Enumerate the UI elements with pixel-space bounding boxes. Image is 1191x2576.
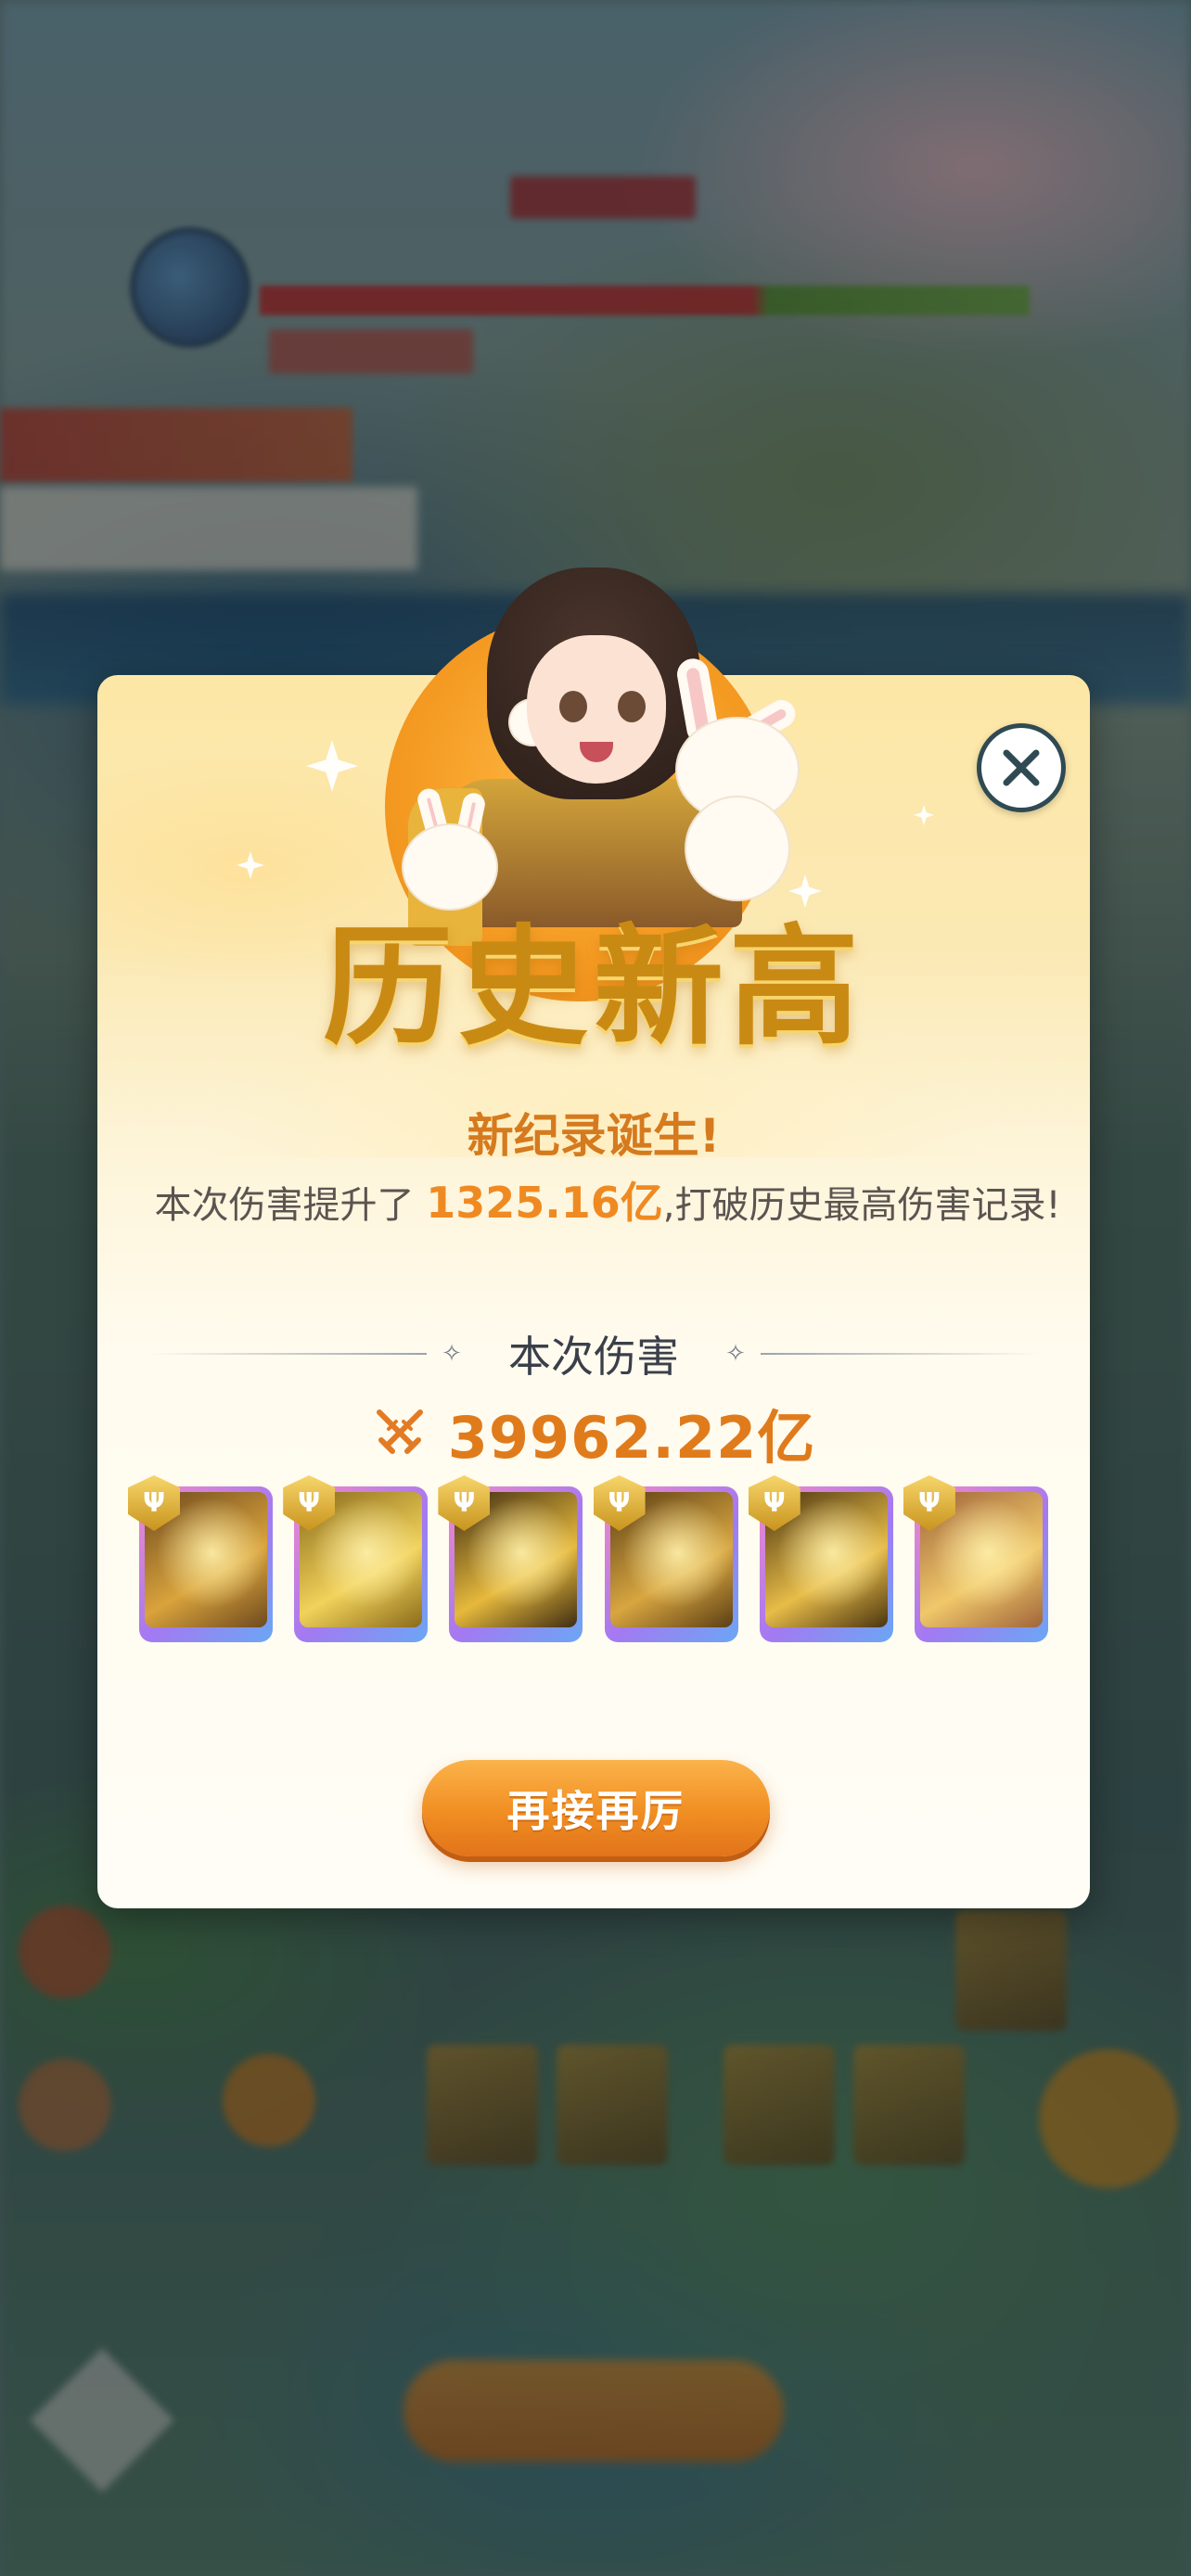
character-eye (618, 691, 646, 722)
skill-golden-beam[interactable]: Ψ (438, 1475, 583, 1642)
description-prefix: 本次伤害提升了 (154, 1184, 427, 1227)
modal-title: 历史新高 (322, 912, 864, 1064)
divider-right (761, 1353, 1039, 1355)
diamond-icon: ✧ (725, 1340, 746, 1368)
close-icon (1003, 749, 1040, 786)
skill-list: ΨΨΨΨΨΨ (128, 1475, 1048, 1644)
crossed-swords-icon (372, 1405, 428, 1460)
skill-golden-daggers[interactable]: Ψ (128, 1475, 273, 1642)
total-damage: 39962.22亿 (97, 1396, 1090, 1472)
modal-subtitle: 新纪录诞生! (467, 1109, 721, 1163)
skill-golden-dragon[interactable]: Ψ (593, 1475, 738, 1642)
try-again-button[interactable]: 再接再厉 (422, 1760, 770, 1856)
modal-description: 本次伤害提升了 1325.16亿,打破历史最高伤害记录! (148, 1173, 1067, 1232)
skill-golden-phoenix[interactable]: Ψ (748, 1475, 893, 1642)
damage-value: 39962.22亿 (447, 1404, 816, 1472)
bunny-plush-left (403, 825, 496, 909)
close-button[interactable] (977, 723, 1066, 812)
description-suffix: ,打破历史最高伤害记录! (662, 1184, 1061, 1227)
character-eye (559, 691, 587, 722)
skill-golden-goddess[interactable]: Ψ (903, 1475, 1048, 1642)
bunny-plush-right-body (686, 797, 788, 899)
damage-increase-value: 1325.16亿 (426, 1178, 663, 1228)
diamond-icon: ✧ (442, 1340, 462, 1368)
section-header: ✧ 本次伤害 ✧ (97, 1326, 1090, 1382)
section-label: 本次伤害 (508, 1332, 679, 1382)
skill-golden-burst[interactable]: Ψ (283, 1475, 429, 1642)
divider-left (148, 1353, 427, 1355)
